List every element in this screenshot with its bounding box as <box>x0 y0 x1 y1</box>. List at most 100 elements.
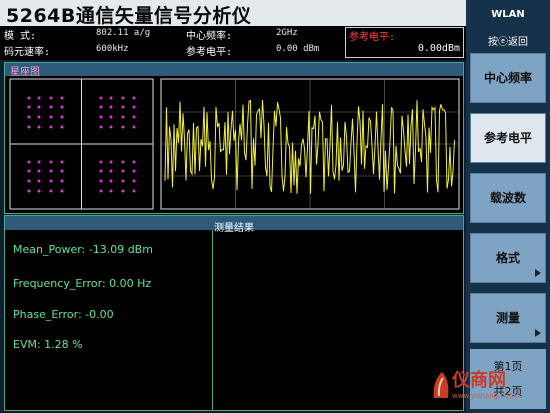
constellation-point <box>27 189 31 193</box>
constellation-point <box>109 169 113 173</box>
constellation-point <box>132 189 136 193</box>
constellation-point <box>37 169 41 173</box>
info-bar: 模 式: 802.11 a/g 码元速率: 600kHz 中心频率: 2GHz … <box>0 26 466 60</box>
constellation-point <box>121 125 125 129</box>
center-frequency-button[interactable]: 中心频率 <box>470 53 546 103</box>
constellation-title-bar: 星座图 <box>5 63 463 78</box>
reference-level-button[interactable]: 参考电平 <box>470 113 546 163</box>
watermark-logo: 仪商网 www.yishang.net.cn <box>430 364 550 412</box>
plots-svg <box>9 78 460 210</box>
constellation-point <box>27 169 31 173</box>
watermark-text: 仪商网 <box>452 370 506 391</box>
waveform-plot <box>160 78 460 210</box>
rate-label: 码元速率: <box>4 47 51 58</box>
carrier-count-button[interactable]: 载波数 <box>470 173 546 223</box>
constellation-point <box>99 115 103 119</box>
watermark-url: www.yishang.net.cn <box>452 392 523 400</box>
constellation-point <box>60 160 64 164</box>
constellation-point <box>109 96 113 100</box>
constellation-point <box>132 105 136 109</box>
measure-button[interactable]: 测量 <box>470 293 546 343</box>
constellation-point <box>60 179 64 183</box>
phase-error-line: Phase_Error: -0.00 <box>13 308 114 321</box>
center-freq-label: 中心频率: <box>186 31 233 42</box>
measurement-divider <box>212 230 213 410</box>
center-freq-value: 2GHz <box>276 28 298 38</box>
frequency-error-line: Frequency_Error: 0.00 Hz <box>13 277 152 290</box>
constellation-point <box>37 125 41 129</box>
display-panel: 星座图 <box>4 62 464 214</box>
format-button-label: 格式 <box>495 251 520 265</box>
mode-label: 模 式: <box>4 31 37 42</box>
constellation-point <box>132 169 136 173</box>
mean-power-line: Mean_Power: -13.09 dBm <box>13 243 153 256</box>
constellation-point <box>37 189 41 193</box>
constellation-point <box>99 160 103 164</box>
constellation-point <box>132 160 136 164</box>
constellation-point <box>99 125 103 129</box>
measure-submenu-arrow-icon <box>535 329 541 337</box>
constellation-point <box>109 105 113 109</box>
constellation-point <box>49 189 53 193</box>
constellation-point <box>109 115 113 119</box>
constellation-point <box>49 179 53 183</box>
center-frequency-button-label: 中心频率 <box>483 71 532 85</box>
constellation-point <box>27 125 31 129</box>
constellation-point <box>60 189 64 193</box>
constellation-point <box>121 189 125 193</box>
constellation-point <box>109 125 113 129</box>
watermark-emblem-icon <box>433 372 449 398</box>
ref-level-entry-box[interactable]: 参考电平: 0.00dBm <box>345 27 464 58</box>
constellation-point <box>49 115 53 119</box>
constellation-point <box>60 115 64 119</box>
constellation-point <box>121 179 125 183</box>
constellation-point <box>99 105 103 109</box>
reference-level-button-label: 参考电平 <box>483 131 532 145</box>
constellation-point <box>99 169 103 173</box>
title-bar: 5264B通信矢量信号分析仪 <box>0 0 466 27</box>
measure-button-label: 测量 <box>495 311 520 325</box>
measurement-title: 测量结果 <box>214 223 254 234</box>
constellation-point <box>49 125 53 129</box>
measurement-title-bar: 测量结果 <box>5 216 463 234</box>
format-submenu-arrow-icon <box>535 269 541 277</box>
format-button[interactable]: 格式 <box>470 233 546 283</box>
constellation-point <box>60 96 64 100</box>
constellation-point <box>99 189 103 193</box>
constellation-point <box>121 160 125 164</box>
constellation-point <box>60 105 64 109</box>
constellation-point <box>27 160 31 164</box>
measurement-panel: 测量结果 Mean_Power: -13.09 dBm Frequency_Er… <box>4 215 464 411</box>
constellation-point <box>121 115 125 119</box>
constellation-point <box>27 96 31 100</box>
mode-indicator: WLAN <box>491 9 525 20</box>
ref-level-entry-label: 参考电平: <box>349 32 396 43</box>
ref-level-entry-value: 0.00dBm <box>417 43 460 54</box>
app-title: 5264B通信矢量信号分析仪 <box>6 5 252 27</box>
constellation-point <box>37 96 41 100</box>
constellation-point <box>49 169 53 173</box>
constellation-point <box>121 105 125 109</box>
rate-value: 600kHz <box>96 44 129 54</box>
constellation-point <box>49 160 53 164</box>
constellation-point <box>37 115 41 119</box>
constellation-point <box>27 179 31 183</box>
constellation-point <box>109 179 113 183</box>
constellation-point <box>60 169 64 173</box>
softkey-panel: WLAN 按ⓔ返回 中心频率 参考电平 载波数 格式 测量 第1页 共2页 <box>466 0 550 413</box>
constellation-point <box>132 179 136 183</box>
constellation-point <box>109 189 113 193</box>
constellation-point <box>27 105 31 109</box>
carrier-count-button-label: 载波数 <box>489 191 526 205</box>
constellation-point <box>37 179 41 183</box>
ref-level-value: 0.00 dBm <box>276 44 320 54</box>
constellation-point <box>37 105 41 109</box>
constellation-point <box>132 96 136 100</box>
constellation-point <box>132 125 136 129</box>
constellation-point <box>27 115 31 119</box>
constellation-point <box>132 115 136 119</box>
constellation-point <box>37 160 41 164</box>
mode-value: 802.11 a/g <box>96 28 151 38</box>
evm-line: EVM: 1.28 % <box>13 338 83 351</box>
constellation-point <box>60 125 64 129</box>
